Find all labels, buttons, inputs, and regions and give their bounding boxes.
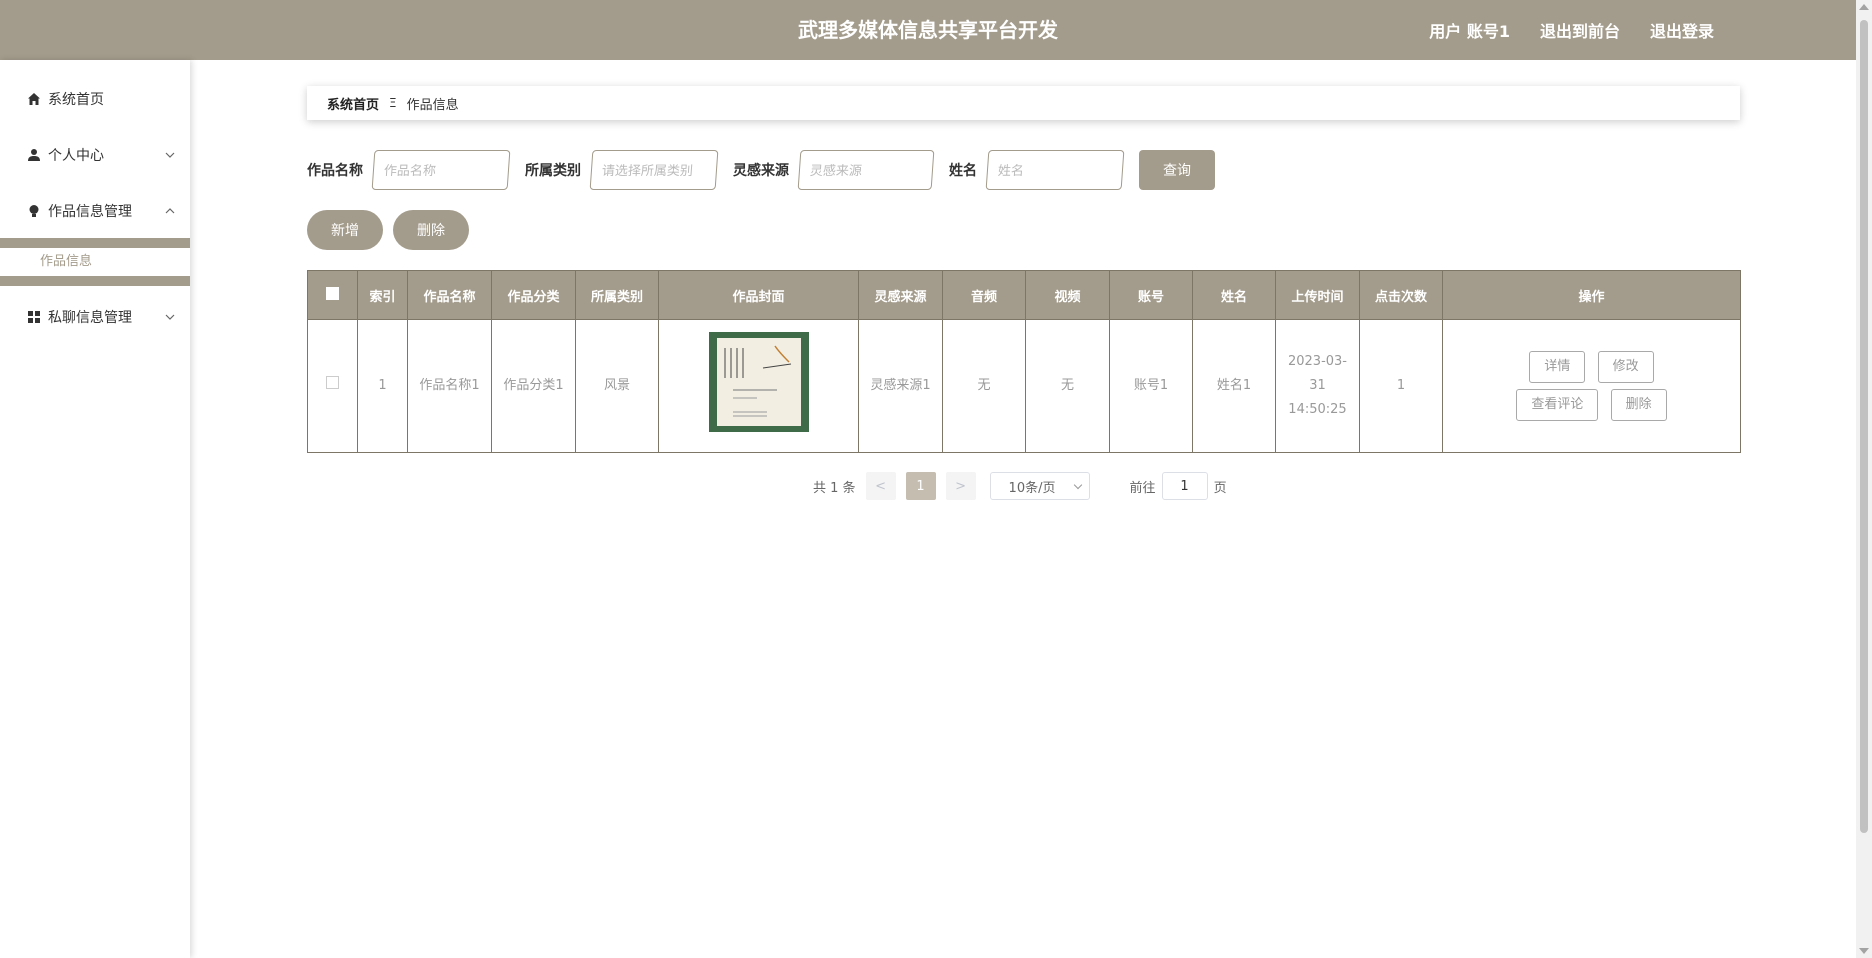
- cover-image: [708, 331, 809, 432]
- sidebar-item-label: 系统首页: [48, 92, 104, 108]
- user-icon: [26, 147, 42, 163]
- vertical-scrollbar[interactable]: [1856, 0, 1872, 958]
- pagination: 共 1 条 < 1 > 10条/页 前往 页: [813, 472, 1227, 500]
- work-name-cell: 作品名称1: [407, 319, 492, 453]
- column-header: 索引: [357, 270, 408, 320]
- sidebar: 系统首页 个人中心 作品信息管理 作品信息 私聊信息管理: [0, 60, 190, 958]
- grid-icon: [26, 309, 42, 325]
- index-cell: 1: [357, 319, 408, 453]
- column-header: 视频: [1025, 270, 1110, 320]
- column-header: 音频: [942, 270, 1026, 320]
- sidebar-item-label: 作品信息管理: [48, 204, 132, 220]
- column-header: 作品封面: [658, 270, 859, 320]
- page-number-button[interactable]: 1: [905, 472, 936, 500]
- query-button[interactable]: 查询: [1139, 150, 1215, 190]
- next-page-button[interactable]: >: [945, 472, 976, 500]
- goto-suffix: 页: [1213, 480, 1227, 496]
- page-size-value: 10条/页: [1008, 480, 1056, 496]
- username-cell: 姓名1: [1192, 319, 1276, 453]
- prev-page-button[interactable]: <: [865, 472, 896, 500]
- page-size-select[interactable]: 10条/页: [989, 472, 1090, 500]
- breadcrumb: 系统首页 Ξ 作品信息: [307, 86, 1740, 120]
- header-links: 用户 账号1 退出到前台 退出登录: [1429, 0, 1714, 60]
- row-select-cell: [307, 319, 358, 453]
- breadcrumb-current: 作品信息: [406, 97, 459, 113]
- work-name-input[interactable]: [371, 150, 511, 190]
- sidebar-item-personal[interactable]: 个人中心: [0, 127, 190, 183]
- current-user: 用户 账号1: [1429, 22, 1510, 41]
- cover-cell: [658, 319, 859, 453]
- bulb-icon: [26, 203, 42, 219]
- delete-row-button[interactable]: 删除: [1610, 389, 1667, 421]
- column-header: 操作: [1442, 270, 1741, 320]
- chevron-up-icon: [164, 205, 176, 217]
- column-header: 作品分类: [491, 270, 576, 320]
- goto-prefix: 前往: [1129, 480, 1156, 496]
- breadcrumb-home[interactable]: 系统首页: [327, 94, 379, 113]
- sidebar-item-home[interactable]: 系统首页: [0, 71, 190, 127]
- type-select[interactable]: [589, 150, 719, 190]
- chevron-down-icon: [164, 311, 176, 323]
- search-label-type: 所属类别: [525, 163, 581, 179]
- select-all-cell: [307, 270, 358, 320]
- scroll-up-icon[interactable]: [1859, 4, 1869, 10]
- sidebar-subitem-works-info[interactable]: 作品信息: [0, 248, 190, 276]
- search-form: 作品名称 所属类别 灵感来源 姓名 查询: [307, 150, 1215, 190]
- home-icon: [26, 91, 42, 107]
- submenu-divider: [0, 276, 190, 286]
- chevron-down-icon: [164, 149, 176, 161]
- edit-button[interactable]: 修改: [1597, 351, 1654, 383]
- total-count: 共 1 条: [813, 480, 856, 496]
- view-comments-button[interactable]: 查看评论: [1516, 389, 1599, 421]
- back-to-front-link[interactable]: 退出到前台: [1540, 18, 1620, 42]
- scroll-thumb[interactable]: [1860, 20, 1868, 833]
- breadcrumb-separator: Ξ: [389, 96, 397, 110]
- upload-time-cell: 2023-03-31 14:50:25: [1275, 319, 1360, 453]
- detail-button[interactable]: 详情: [1529, 351, 1586, 383]
- sidebar-item-chat[interactable]: 私聊信息管理: [0, 289, 190, 345]
- table-header-row: 索引 作品名称 作品分类 所属类别 作品封面 灵感来源 音频 视频 账号 姓名 …: [307, 270, 1741, 320]
- submenu-divider: [0, 238, 190, 248]
- works-table: 索引 作品名称 作品分类 所属类别 作品封面 灵感来源 音频 视频 账号 姓名 …: [307, 270, 1741, 453]
- type-cell: 风景: [575, 319, 659, 453]
- sidebar-item-label: 个人中心: [48, 148, 104, 164]
- sidebar-item-label: 私聊信息管理: [48, 310, 132, 326]
- inspiration-cell: 灵感来源1: [858, 319, 943, 453]
- column-header: 灵感来源: [858, 270, 943, 320]
- goto-page-input[interactable]: [1161, 472, 1208, 500]
- scroll-down-icon[interactable]: [1859, 948, 1869, 954]
- column-header: 上传时间: [1275, 270, 1360, 320]
- search-label-username: 姓名: [949, 163, 977, 179]
- account-cell: 账号1: [1109, 319, 1193, 453]
- chevron-down-icon: [1073, 480, 1082, 490]
- column-header: 账号: [1109, 270, 1193, 320]
- operations-cell: 详情 修改 查看评论 删除: [1442, 319, 1741, 453]
- column-header: 点击次数: [1359, 270, 1443, 320]
- column-header: 所属类别: [575, 270, 659, 320]
- column-header: 姓名: [1192, 270, 1276, 320]
- click-count-cell: 1: [1359, 319, 1443, 453]
- works-submenu: 作品信息: [0, 238, 190, 286]
- username-input[interactable]: [985, 150, 1125, 190]
- add-button[interactable]: 新增: [307, 210, 383, 250]
- row-checkbox[interactable]: [326, 376, 339, 389]
- search-label-name: 作品名称: [307, 163, 363, 179]
- audio-cell: 无: [942, 319, 1026, 453]
- batch-delete-button[interactable]: 删除: [393, 210, 469, 250]
- inspiration-input[interactable]: [797, 150, 935, 190]
- column-header: 作品名称: [407, 270, 492, 320]
- table-row: 1 作品名称1 作品分类1 风景 灵感来源1 无 无 账号1 姓名1 2023-…: [307, 319, 1741, 453]
- video-cell: 无: [1025, 319, 1110, 453]
- top-header: 武理多媒体信息共享平台开发 用户 账号1 退出到前台 退出登录: [0, 0, 1856, 60]
- cover-page: [716, 337, 801, 426]
- work-category-cell: 作品分类1: [491, 319, 576, 453]
- sidebar-item-works[interactable]: 作品信息管理: [0, 183, 190, 239]
- search-label-inspiration: 灵感来源: [733, 163, 789, 179]
- logout-link[interactable]: 退出登录: [1650, 18, 1714, 42]
- select-all-checkbox[interactable]: [326, 286, 339, 300]
